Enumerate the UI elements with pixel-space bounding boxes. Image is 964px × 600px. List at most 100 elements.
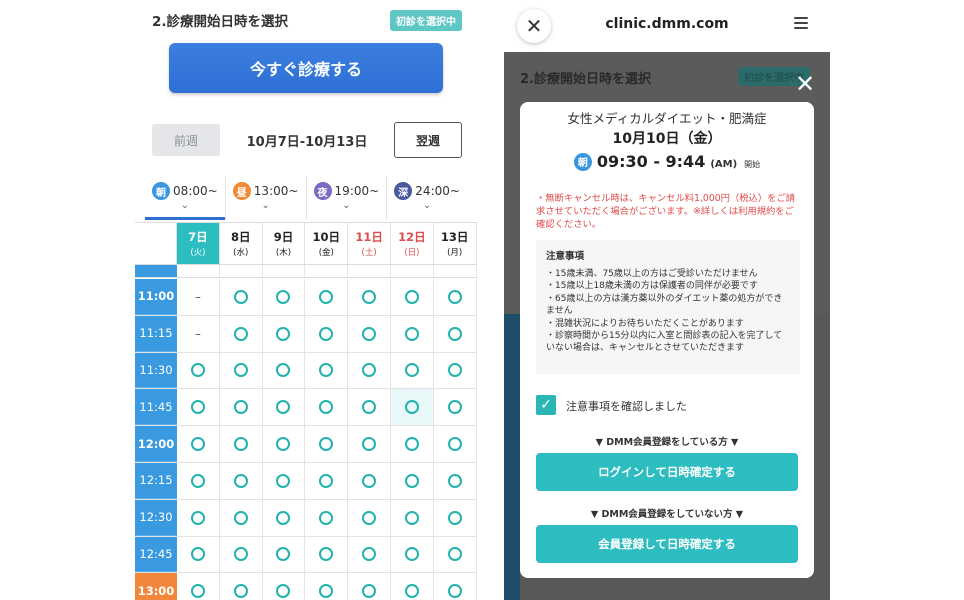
day-header[interactable]: 12日 (日) — [391, 223, 434, 264]
day-of-week: (日) — [404, 248, 420, 258]
slot-available[interactable] — [348, 499, 391, 536]
day-date: 10日 — [312, 230, 341, 244]
slot-available[interactable] — [434, 389, 477, 426]
slot-available[interactable] — [263, 573, 306, 600]
slot-available[interactable] — [220, 389, 263, 426]
circle-icon — [404, 326, 419, 341]
slot-available[interactable] — [434, 279, 477, 315]
close-browser-button[interactable]: ✕ — [517, 9, 551, 43]
slot-available[interactable] — [348, 462, 391, 499]
slot-available[interactable] — [263, 279, 306, 315]
slot-available[interactable] — [177, 536, 220, 573]
slot-available[interactable] — [177, 389, 220, 426]
day-header[interactable]: 8日 (水) — [220, 223, 263, 264]
slot-available[interactable] — [220, 462, 263, 499]
slot-available[interactable] — [434, 499, 477, 536]
slot-available[interactable] — [177, 352, 220, 389]
slot-available[interactable] — [391, 462, 434, 499]
row-time: 11:15 — [135, 315, 177, 352]
slot-available[interactable] — [220, 573, 263, 600]
row-time: 11:45 — [135, 389, 177, 426]
slot-available[interactable] — [305, 573, 349, 600]
slot-available[interactable] — [348, 573, 391, 600]
slot-available[interactable] — [305, 315, 349, 352]
slot-available[interactable] — [220, 279, 263, 315]
modal-close-icon[interactable]: ✕ — [794, 72, 816, 96]
slot-available[interactable] — [305, 499, 349, 536]
slot-available[interactable] — [391, 315, 434, 352]
slot-available[interactable] — [434, 352, 477, 389]
slot-available[interactable] — [391, 536, 434, 573]
menu-icon[interactable] — [794, 17, 808, 33]
slot-available[interactable] — [263, 389, 306, 426]
login-confirm-button[interactable]: ログインして日時確定する — [536, 453, 798, 491]
slot-available[interactable] — [434, 573, 477, 600]
row-time: 11:00 — [135, 279, 177, 315]
comparison-screens: 2.診療開始日時を選択 初診を選択中 今すぐ診療する 前週 10月7日-10月1… — [0, 0, 964, 600]
circle-icon — [319, 547, 334, 562]
slot-available[interactable] — [305, 536, 349, 573]
slot-available[interactable] — [177, 573, 220, 600]
day-header[interactable]: 11日 (土) — [348, 223, 391, 264]
table-row: 12:45 — [135, 536, 477, 574]
slot-available[interactable] — [348, 426, 391, 462]
confirm-checkbox-label[interactable]: 注意事項を確認しました — [566, 398, 687, 414]
slot-available[interactable] — [263, 426, 306, 462]
slot-available[interactable] — [348, 352, 391, 389]
slot-available[interactable] — [390, 389, 434, 426]
register-confirm-button[interactable]: 会員登録して日時確定する — [536, 525, 798, 563]
slot-available[interactable] — [263, 315, 306, 352]
table-row: 13:00 — [135, 573, 477, 600]
slot-available[interactable] — [263, 462, 306, 499]
slot-available[interactable] — [177, 462, 220, 499]
prev-week-button[interactable]: 前週 — [152, 124, 220, 156]
time-tab[interactable]: 深 24:00~ ⌄ — [387, 176, 467, 220]
confirm-checkbox[interactable]: ✓ — [536, 395, 556, 415]
note-item: ・15歳未満、75歳以上の方はご受診いただけません — [546, 269, 758, 279]
slot-available[interactable] — [220, 499, 263, 536]
slot-available[interactable] — [220, 315, 263, 352]
slot-available[interactable] — [434, 462, 477, 499]
slot-available[interactable] — [434, 426, 477, 462]
slot-available[interactable] — [263, 536, 306, 573]
slot-available[interactable] — [177, 499, 220, 536]
slot-available[interactable] — [434, 315, 477, 352]
slot-available[interactable] — [305, 352, 349, 389]
slot-available[interactable] — [391, 279, 434, 315]
slot-available[interactable] — [391, 426, 434, 462]
consult-now-button[interactable]: 今すぐ診療する — [169, 43, 443, 93]
slot-available[interactable] — [434, 536, 477, 573]
next-week-button[interactable]: 翌週 — [394, 122, 462, 158]
slot-available[interactable] — [348, 536, 391, 573]
circle-icon — [447, 473, 462, 488]
slot-available[interactable] — [348, 279, 391, 315]
time-tab[interactable]: 夜 19:00~ ⌄ — [307, 176, 388, 220]
slot-available[interactable] — [348, 389, 391, 426]
slot-available[interactable] — [220, 426, 263, 462]
slot-available[interactable] — [305, 279, 349, 315]
time-tab[interactable]: 昼 13:00~ ⌄ — [226, 176, 307, 220]
slot-available[interactable] — [305, 389, 349, 426]
day-of-week: (金) — [318, 248, 334, 258]
slot-available[interactable] — [220, 352, 263, 389]
slot-available[interactable] — [177, 426, 220, 462]
slot-available[interactable] — [348, 315, 391, 352]
chevron-down-icon: ⌄ — [180, 200, 190, 211]
slot-available[interactable] — [391, 352, 434, 389]
day-header[interactable]: 13日 (月) — [434, 223, 477, 264]
slot-available[interactable] — [263, 352, 306, 389]
time-tab[interactable]: 朝 08:00~ ⌄ — [145, 176, 226, 220]
slot-available[interactable] — [391, 573, 434, 600]
slot-available[interactable] — [220, 536, 263, 573]
slot-available[interactable] — [305, 462, 349, 499]
slot-available[interactable] — [263, 499, 306, 536]
circle-icon — [362, 510, 377, 525]
day-header[interactable]: 10日 (金) — [305, 223, 349, 264]
slot-available[interactable] — [305, 426, 349, 462]
day-of-week: (水) — [233, 248, 249, 258]
day-header[interactable]: 9日 (木) — [263, 223, 306, 264]
notes-box: 注意事項 ・15歳未満、75歳以上の方はご受診いただけません ・15歳以上18歳未… — [536, 240, 800, 374]
slot-available[interactable] — [391, 499, 434, 536]
circle-icon — [190, 437, 205, 452]
day-header[interactable]: 7日 (火) — [177, 223, 220, 264]
